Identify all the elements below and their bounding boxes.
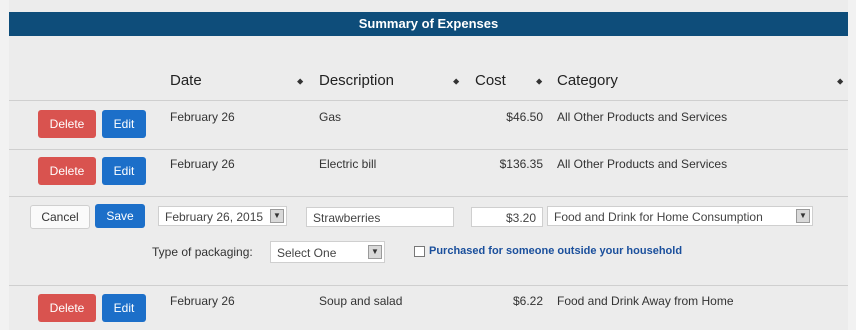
row-cost: $46.50 [506,110,543,124]
sort-date-icon[interactable]: ⬥ [297,62,303,100]
row-category: All Other Products and Services [557,110,728,124]
date-select-value: February 26, 2015 [165,210,264,224]
table-header: Date ⬥ Description ⬥ Cost ⬥ Category ⬥ [9,62,848,101]
delete-button[interactable]: Delete [38,294,96,322]
category-select[interactable]: Food and Drink for Home Consumption ▼ [547,206,813,226]
row-description: Gas [319,110,342,124]
row-description: Electric bill [319,157,377,171]
row-cost: $6.22 [512,294,543,308]
edit-button[interactable]: Edit [102,157,146,185]
cancel-button[interactable]: Cancel [30,205,90,229]
sort-category-icon[interactable]: ⬥ [837,62,843,100]
table-row: Delete Edit February 26 Electric bill $1… [9,150,848,197]
category-select-value: Food and Drink for Home Consumption [554,210,763,224]
edit-button[interactable]: Edit [102,110,146,138]
date-select[interactable]: February 26, 2015 ▼ [158,206,287,226]
column-header-category[interactable]: Category [557,62,618,100]
save-button[interactable]: Save [95,204,145,228]
table-row: Delete Edit February 26 Soup and salad $… [9,286,848,330]
packaging-label: Type of packaging: [152,245,253,259]
expenses-panel: Summary of Expenses Date ⬥ Description ⬥… [9,0,848,330]
row-category: All Other Products and Services [557,157,728,171]
chevron-down-icon[interactable]: ▼ [368,245,382,259]
edit-button[interactable]: Edit [102,294,146,322]
packaging-select[interactable]: Select One ▼ [270,241,385,263]
chevron-down-icon[interactable]: ▼ [270,209,284,223]
cost-input[interactable]: $3.20 [471,207,543,227]
row-cost: $136.35 [499,157,543,171]
edit-row: Cancel Save February 26, 2015 ▼ Strawber… [9,197,848,286]
description-input[interactable]: Strawberries [306,207,454,227]
sort-description-icon[interactable]: ⬥ [453,62,459,100]
delete-button[interactable]: Delete [38,157,96,185]
row-date: February 26 [170,294,235,308]
row-date: February 26 [170,110,235,124]
column-header-date[interactable]: Date [170,62,202,100]
row-category: Food and Drink Away from Home [557,294,734,308]
row-date: February 26 [170,157,235,171]
purchased-for-others-checkbox[interactable] [414,246,425,257]
sort-cost-icon[interactable]: ⬥ [536,62,542,100]
table-row: Delete Edit February 26 Gas $46.50 All O… [9,101,848,150]
column-header-description[interactable]: Description [319,62,394,100]
delete-button[interactable]: Delete [38,110,96,138]
panel-title: Summary of Expenses [9,12,848,36]
packaging-select-value: Select One [277,246,337,260]
column-header-cost[interactable]: Cost [475,62,506,100]
purchased-for-others-label[interactable]: Purchased for someone outside your house… [429,245,682,257]
chevron-down-icon[interactable]: ▼ [796,209,810,223]
row-description: Soup and salad [319,294,403,308]
